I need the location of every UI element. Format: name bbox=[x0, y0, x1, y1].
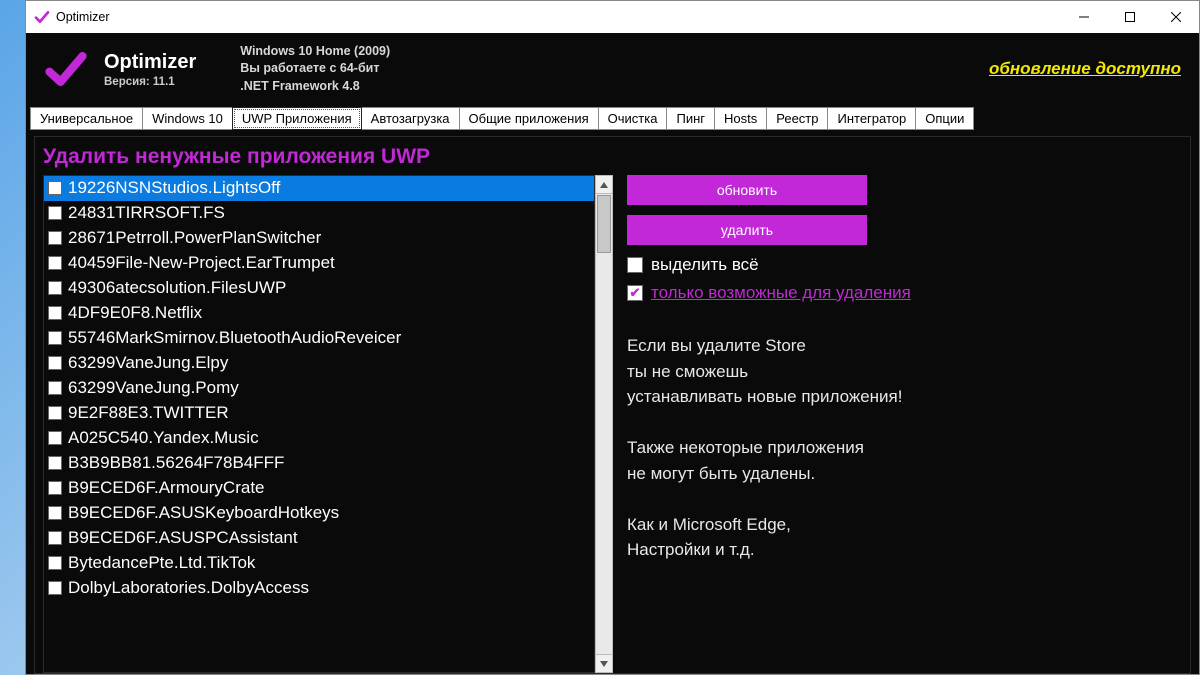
list-item[interactable]: 63299VaneJung.Elpy bbox=[44, 351, 594, 376]
list-item-label: B3B9BB81.56264F78B4FFF bbox=[68, 453, 284, 473]
list-item[interactable]: A025C540.Yandex.Music bbox=[44, 426, 594, 451]
close-button[interactable] bbox=[1153, 1, 1199, 33]
delete-button[interactable]: удалить bbox=[627, 215, 867, 245]
list-item[interactable]: 19226NSNStudios.LightsOff bbox=[44, 176, 594, 201]
list-item[interactable]: B3B9BB81.56264F78B4FFF bbox=[44, 451, 594, 476]
list-item-checkbox[interactable] bbox=[48, 431, 62, 445]
list-item-label: 4DF9E0F8.Netflix bbox=[68, 303, 202, 323]
list-item-checkbox[interactable] bbox=[48, 231, 62, 245]
list-item[interactable]: 49306atecsolution.FilesUWP bbox=[44, 276, 594, 301]
tab-bar: УниверсальноеWindows 10UWP ПриложенияАвт… bbox=[26, 105, 1199, 130]
maximize-button[interactable] bbox=[1107, 1, 1153, 33]
list-item[interactable]: B9ECED6F.ArmouryCrate bbox=[44, 476, 594, 501]
sys-os: Windows 10 Home (2009) bbox=[240, 43, 390, 61]
list-item[interactable]: 63299VaneJung.Pomy bbox=[44, 376, 594, 401]
list-item-label: B9ECED6F.ArmouryCrate bbox=[68, 478, 265, 498]
list-item-label: B9ECED6F.ASUSPCAssistant bbox=[68, 528, 298, 548]
list-item[interactable]: 40459File-New-Project.EarTrumpet bbox=[44, 251, 594, 276]
tab-общие-приложения[interactable]: Общие приложения bbox=[459, 107, 599, 130]
sys-arch: Вы работаете с 64-бит bbox=[240, 60, 390, 78]
tab-опции[interactable]: Опции bbox=[915, 107, 974, 130]
scroll-up-button[interactable] bbox=[596, 176, 612, 194]
app-version: Версия: 11.1 bbox=[104, 76, 196, 88]
list-item-label: BytedancePte.Ltd.TikTok bbox=[68, 553, 255, 573]
system-info: Windows 10 Home (2009) Вы работаете с 64… bbox=[240, 43, 390, 96]
logo-icon bbox=[44, 47, 88, 91]
list-item-checkbox[interactable] bbox=[48, 506, 62, 520]
list-item-label: 49306atecsolution.FilesUWP bbox=[68, 278, 286, 298]
list-item-checkbox[interactable] bbox=[48, 331, 62, 345]
list-item[interactable]: 9E2F88E3.TWITTER bbox=[44, 401, 594, 426]
tab-windows-10[interactable]: Windows 10 bbox=[142, 107, 233, 130]
list-item-label: A025C540.Yandex.Music bbox=[68, 428, 259, 448]
minimize-button[interactable] bbox=[1061, 1, 1107, 33]
app-icon bbox=[34, 9, 50, 25]
tab-универсальное[interactable]: Универсальное bbox=[30, 107, 143, 130]
info-text: Если вы удалите Store ты не сможешь уста… bbox=[627, 333, 1182, 563]
list-item-label: 9E2F88E3.TWITTER bbox=[68, 403, 229, 423]
list-item-checkbox[interactable] bbox=[48, 581, 62, 595]
list-item-checkbox[interactable] bbox=[48, 406, 62, 420]
window-title: Optimizer bbox=[56, 10, 109, 24]
list-item-label: 28671Petrroll.PowerPlanSwitcher bbox=[68, 228, 321, 248]
select-all-checkbox[interactable] bbox=[627, 257, 643, 273]
list-item-checkbox[interactable] bbox=[48, 281, 62, 295]
app-header: Optimizer Версия: 11.1 Windows 10 Home (… bbox=[26, 33, 1199, 105]
tab-очистка[interactable]: Очистка bbox=[598, 107, 668, 130]
list-item-label: B9ECED6F.ASUSKeyboardHotkeys bbox=[68, 503, 339, 523]
only-removable-label[interactable]: только возможные для удаления bbox=[651, 283, 911, 303]
list-item-checkbox[interactable] bbox=[48, 256, 62, 270]
tab-пинг[interactable]: Пинг bbox=[666, 107, 715, 130]
list-item[interactable]: 24831TIRRSOFT.FS bbox=[44, 201, 594, 226]
right-panel: обновить удалить выделить всё ✔ только в… bbox=[623, 175, 1182, 673]
tab-uwp-приложения[interactable]: UWP Приложения bbox=[232, 107, 362, 130]
list-item-checkbox[interactable] bbox=[48, 306, 62, 320]
titlebar: Optimizer bbox=[26, 1, 1199, 33]
refresh-button[interactable]: обновить bbox=[627, 175, 867, 205]
list-item-label: 55746MarkSmirnov.BluetoothAudioReveicer bbox=[68, 328, 401, 348]
list-item-checkbox[interactable] bbox=[48, 531, 62, 545]
list-item[interactable]: 4DF9E0F8.Netflix bbox=[44, 301, 594, 326]
list-item-label: 63299VaneJung.Pomy bbox=[68, 378, 239, 398]
tab-интегратор[interactable]: Интегратор bbox=[827, 107, 916, 130]
list-item-label: 24831TIRRSOFT.FS bbox=[68, 203, 225, 223]
list-item-label: 40459File-New-Project.EarTrumpet bbox=[68, 253, 335, 273]
only-removable-checkbox[interactable]: ✔ bbox=[627, 285, 643, 301]
content-area: Удалить ненужные приложения UWP 19226NSN… bbox=[26, 130, 1199, 674]
list-item-checkbox[interactable] bbox=[48, 206, 62, 220]
tab-автозагрузка[interactable]: Автозагрузка bbox=[361, 107, 460, 130]
list-item-checkbox[interactable] bbox=[48, 381, 62, 395]
tab-реестр[interactable]: Реестр bbox=[766, 107, 828, 130]
select-all-label: выделить всё bbox=[651, 255, 759, 275]
update-available-link[interactable]: обновление доступно bbox=[989, 59, 1181, 79]
app-title: Optimizer bbox=[104, 51, 196, 74]
list-item[interactable]: 55746MarkSmirnov.BluetoothAudioReveicer bbox=[44, 326, 594, 351]
scroll-down-button[interactable] bbox=[596, 654, 612, 672]
sys-dotnet: .NET Framework 4.8 bbox=[240, 78, 390, 96]
list-item[interactable]: B9ECED6F.ASUSPCAssistant bbox=[44, 526, 594, 551]
list-item[interactable]: DolbyLaboratories.DolbyAccess bbox=[44, 576, 594, 601]
tab-hosts[interactable]: Hosts bbox=[714, 107, 767, 130]
list-item[interactable]: B9ECED6F.ASUSKeyboardHotkeys bbox=[44, 501, 594, 526]
list-item-checkbox[interactable] bbox=[48, 456, 62, 470]
list-item[interactable]: BytedancePte.Ltd.TikTok bbox=[44, 551, 594, 576]
list-item-label: 63299VaneJung.Elpy bbox=[68, 353, 228, 373]
section-title: Удалить ненужные приложения UWP bbox=[43, 145, 1182, 169]
list-item-checkbox[interactable] bbox=[48, 556, 62, 570]
list-item-checkbox[interactable] bbox=[48, 481, 62, 495]
list-item-label: DolbyLaboratories.DolbyAccess bbox=[68, 578, 309, 598]
list-item[interactable]: 28671Petrroll.PowerPlanSwitcher bbox=[44, 226, 594, 251]
app-list[interactable]: 19226NSNStudios.LightsOff 24831TIRRSOFT.F… bbox=[43, 175, 595, 673]
list-item-checkbox[interactable] bbox=[48, 181, 62, 195]
scrollbar[interactable] bbox=[595, 175, 613, 673]
list-item-label: 19226NSNStudios.LightsOff bbox=[68, 178, 280, 198]
app-window: Optimizer Optimizer Версия: 11.1 Windows… bbox=[25, 0, 1200, 675]
list-item-checkbox[interactable] bbox=[48, 356, 62, 370]
scroll-thumb[interactable] bbox=[597, 195, 611, 253]
